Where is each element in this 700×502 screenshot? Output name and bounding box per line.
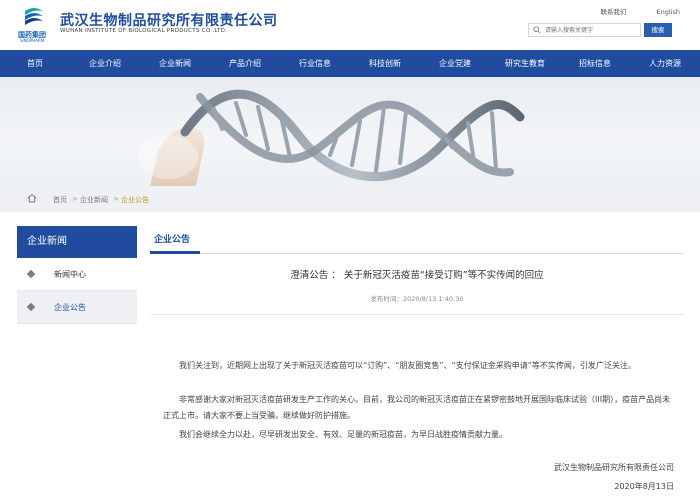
sidebar-item-announcements[interactable]: 企业公告: [17, 291, 137, 324]
nav-item-6[interactable]: 企业党建: [420, 50, 490, 77]
article-publish-time: 发布时间：2020/8/13 1:40:30: [370, 295, 464, 303]
content-divider: [150, 253, 684, 254]
sidebar-item-label: 新闻中心: [54, 270, 86, 279]
nav-item-7[interactable]: 研究生教育: [490, 50, 560, 77]
article-date: 2020年8月13日: [614, 482, 674, 491]
hero-banner: [0, 77, 700, 186]
company-name-cn: 武汉生物制品研究所有限责任公司: [60, 13, 278, 29]
breadcrumb-news[interactable]: 企业新闻: [80, 195, 108, 205]
nav-item-5[interactable]: 科技创新: [350, 50, 420, 77]
breadcrumb-home[interactable]: 首页: [53, 195, 67, 205]
diamond-bullet-icon: [26, 302, 36, 312]
active-tab-indicator: [150, 251, 200, 254]
main-nav: 首页 企业介绍 企业新闻 产品介绍 行业信息 科技创新 企业党建 研究生教育 招标信息 人力资源: [0, 50, 700, 77]
nav-item-8[interactable]: 招标信息: [560, 50, 630, 77]
sidebar-item-label: 企业公告: [54, 303, 86, 312]
search-button[interactable]: 搜索: [644, 23, 672, 37]
top-links: 联系我们 English: [572, 6, 680, 16]
search-icon: [533, 26, 541, 34]
sidebar-item-news-center[interactable]: 新闻中心: [17, 258, 137, 291]
nav-item-0[interactable]: 首页: [0, 50, 70, 77]
article-title: 澄清公告 ： 关于新冠灭活疫苗“接受订购”等不实传闻的回应: [290, 270, 544, 281]
content-tab-announcements[interactable]: 企业公告: [154, 232, 190, 245]
logo-mark-icon: [25, 8, 43, 25]
nav-item-1[interactable]: 企业介绍: [70, 50, 140, 77]
search-input[interactable]: [545, 24, 640, 36]
article-signature: 武汉生物制品研究所有限责任公司: [554, 463, 674, 472]
home-icon: [27, 193, 37, 203]
contact-link[interactable]: 联系我们: [600, 6, 626, 16]
sinopharm-logo[interactable]: 国药集团 SINOPHARM: [18, 5, 50, 43]
breadcrumb: 首页 > 企业新闻 > 企业公告: [0, 186, 700, 212]
breadcrumb-separator: >: [72, 195, 78, 203]
nav-item-9[interactable]: 人力资源: [630, 50, 700, 77]
dna-illustration: [138, 89, 525, 186]
company-name-en: WUHAN INSTITUTE OF BIOLOGICAL PRODUCTS C…: [60, 28, 228, 34]
sidebar-title: 企业新闻: [17, 226, 137, 258]
english-link[interactable]: English: [657, 8, 680, 16]
diamond-bullet-icon: [26, 269, 36, 279]
site-header: 国药集团 SINOPHARM 武汉生物制品研究所有限责任公司 WUHAN INS…: [0, 0, 700, 50]
search-box: [528, 23, 641, 37]
breadcrumb-separator: >: [113, 195, 119, 203]
nav-item-2[interactable]: 企业新闻: [140, 50, 210, 77]
nav-item-3[interactable]: 产品介绍: [210, 50, 280, 77]
breadcrumb-current[interactable]: 企业公告: [121, 195, 149, 205]
article-paragraph: 我们关注到，近期网上出现了关于新冠灭活疫苗可以“订购”、“朋友圈竞售”、“支付保…: [179, 361, 636, 370]
article-paragraph: 我们会继续全力以赴，尽早研发出安全、有效、足量的新冠疫苗，为早日战胜疫情贡献力量…: [179, 430, 507, 439]
nav-item-4[interactable]: 行业信息: [280, 50, 350, 77]
meta-divider: [150, 314, 684, 315]
article-paragraph: 非常感谢大家对新冠灭活疫苗研发生产工作的关心。目前，我公司的新冠灭活疫苗正在紧锣…: [163, 395, 671, 420]
logo-subtext: SINOPHARM: [20, 38, 45, 43]
